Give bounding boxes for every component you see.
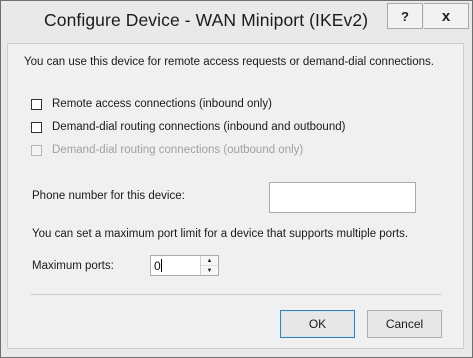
triangle-up-icon: ▲ xyxy=(206,257,213,264)
checkbox-demand-dial-outbound: Demand-dial routing connections (outboun… xyxy=(31,142,303,158)
checkbox-label: Remote access connections (inbound only) xyxy=(52,98,272,110)
close-icon: x xyxy=(441,7,451,25)
separator xyxy=(31,294,441,295)
spin-up-button[interactable]: ▲ xyxy=(201,256,218,266)
window-title: Configure Device - WAN Miniport (IKEv2) xyxy=(44,10,369,30)
port-info-text: You can set a maximum port limit for a d… xyxy=(32,228,409,240)
checkbox-box[interactable] xyxy=(31,121,42,133)
spin-down-button[interactable]: ▼ xyxy=(201,266,218,275)
intro-text: You can use this device for remote acces… xyxy=(24,56,434,68)
checkbox-label: Demand-dial routing connections (inbound… xyxy=(52,121,346,133)
ok-button[interactable]: OK xyxy=(280,310,355,338)
help-icon: ? xyxy=(401,8,409,24)
cancel-button[interactable]: Cancel xyxy=(367,310,442,338)
checkbox-box[interactable] xyxy=(31,98,42,110)
maximum-ports-spinner[interactable]: 0 ▲ ▼ xyxy=(150,255,219,276)
text-caret xyxy=(160,259,162,272)
title-bar: Configure Device - WAN Miniport (IKEv2) … xyxy=(1,1,472,44)
phone-number-label: Phone number for this device: xyxy=(32,190,185,202)
checkbox-label: Demand-dial routing connections (outboun… xyxy=(52,144,304,156)
checkbox-box xyxy=(31,144,42,156)
phone-number-input[interactable] xyxy=(269,182,416,213)
close-button[interactable]: x xyxy=(424,3,469,29)
spinner-buttons: ▲ ▼ xyxy=(200,256,218,275)
triangle-down-icon: ▼ xyxy=(206,267,213,274)
checkbox-demand-dial-inbound-outbound[interactable]: Demand-dial routing connections (inbound… xyxy=(31,119,345,135)
help-button[interactable]: ? xyxy=(387,3,423,29)
checkbox-remote-access[interactable]: Remote access connections (inbound only) xyxy=(31,96,272,112)
maximum-ports-value[interactable]: 0 xyxy=(154,259,162,273)
maximum-ports-label: Maximum ports: xyxy=(32,260,114,272)
